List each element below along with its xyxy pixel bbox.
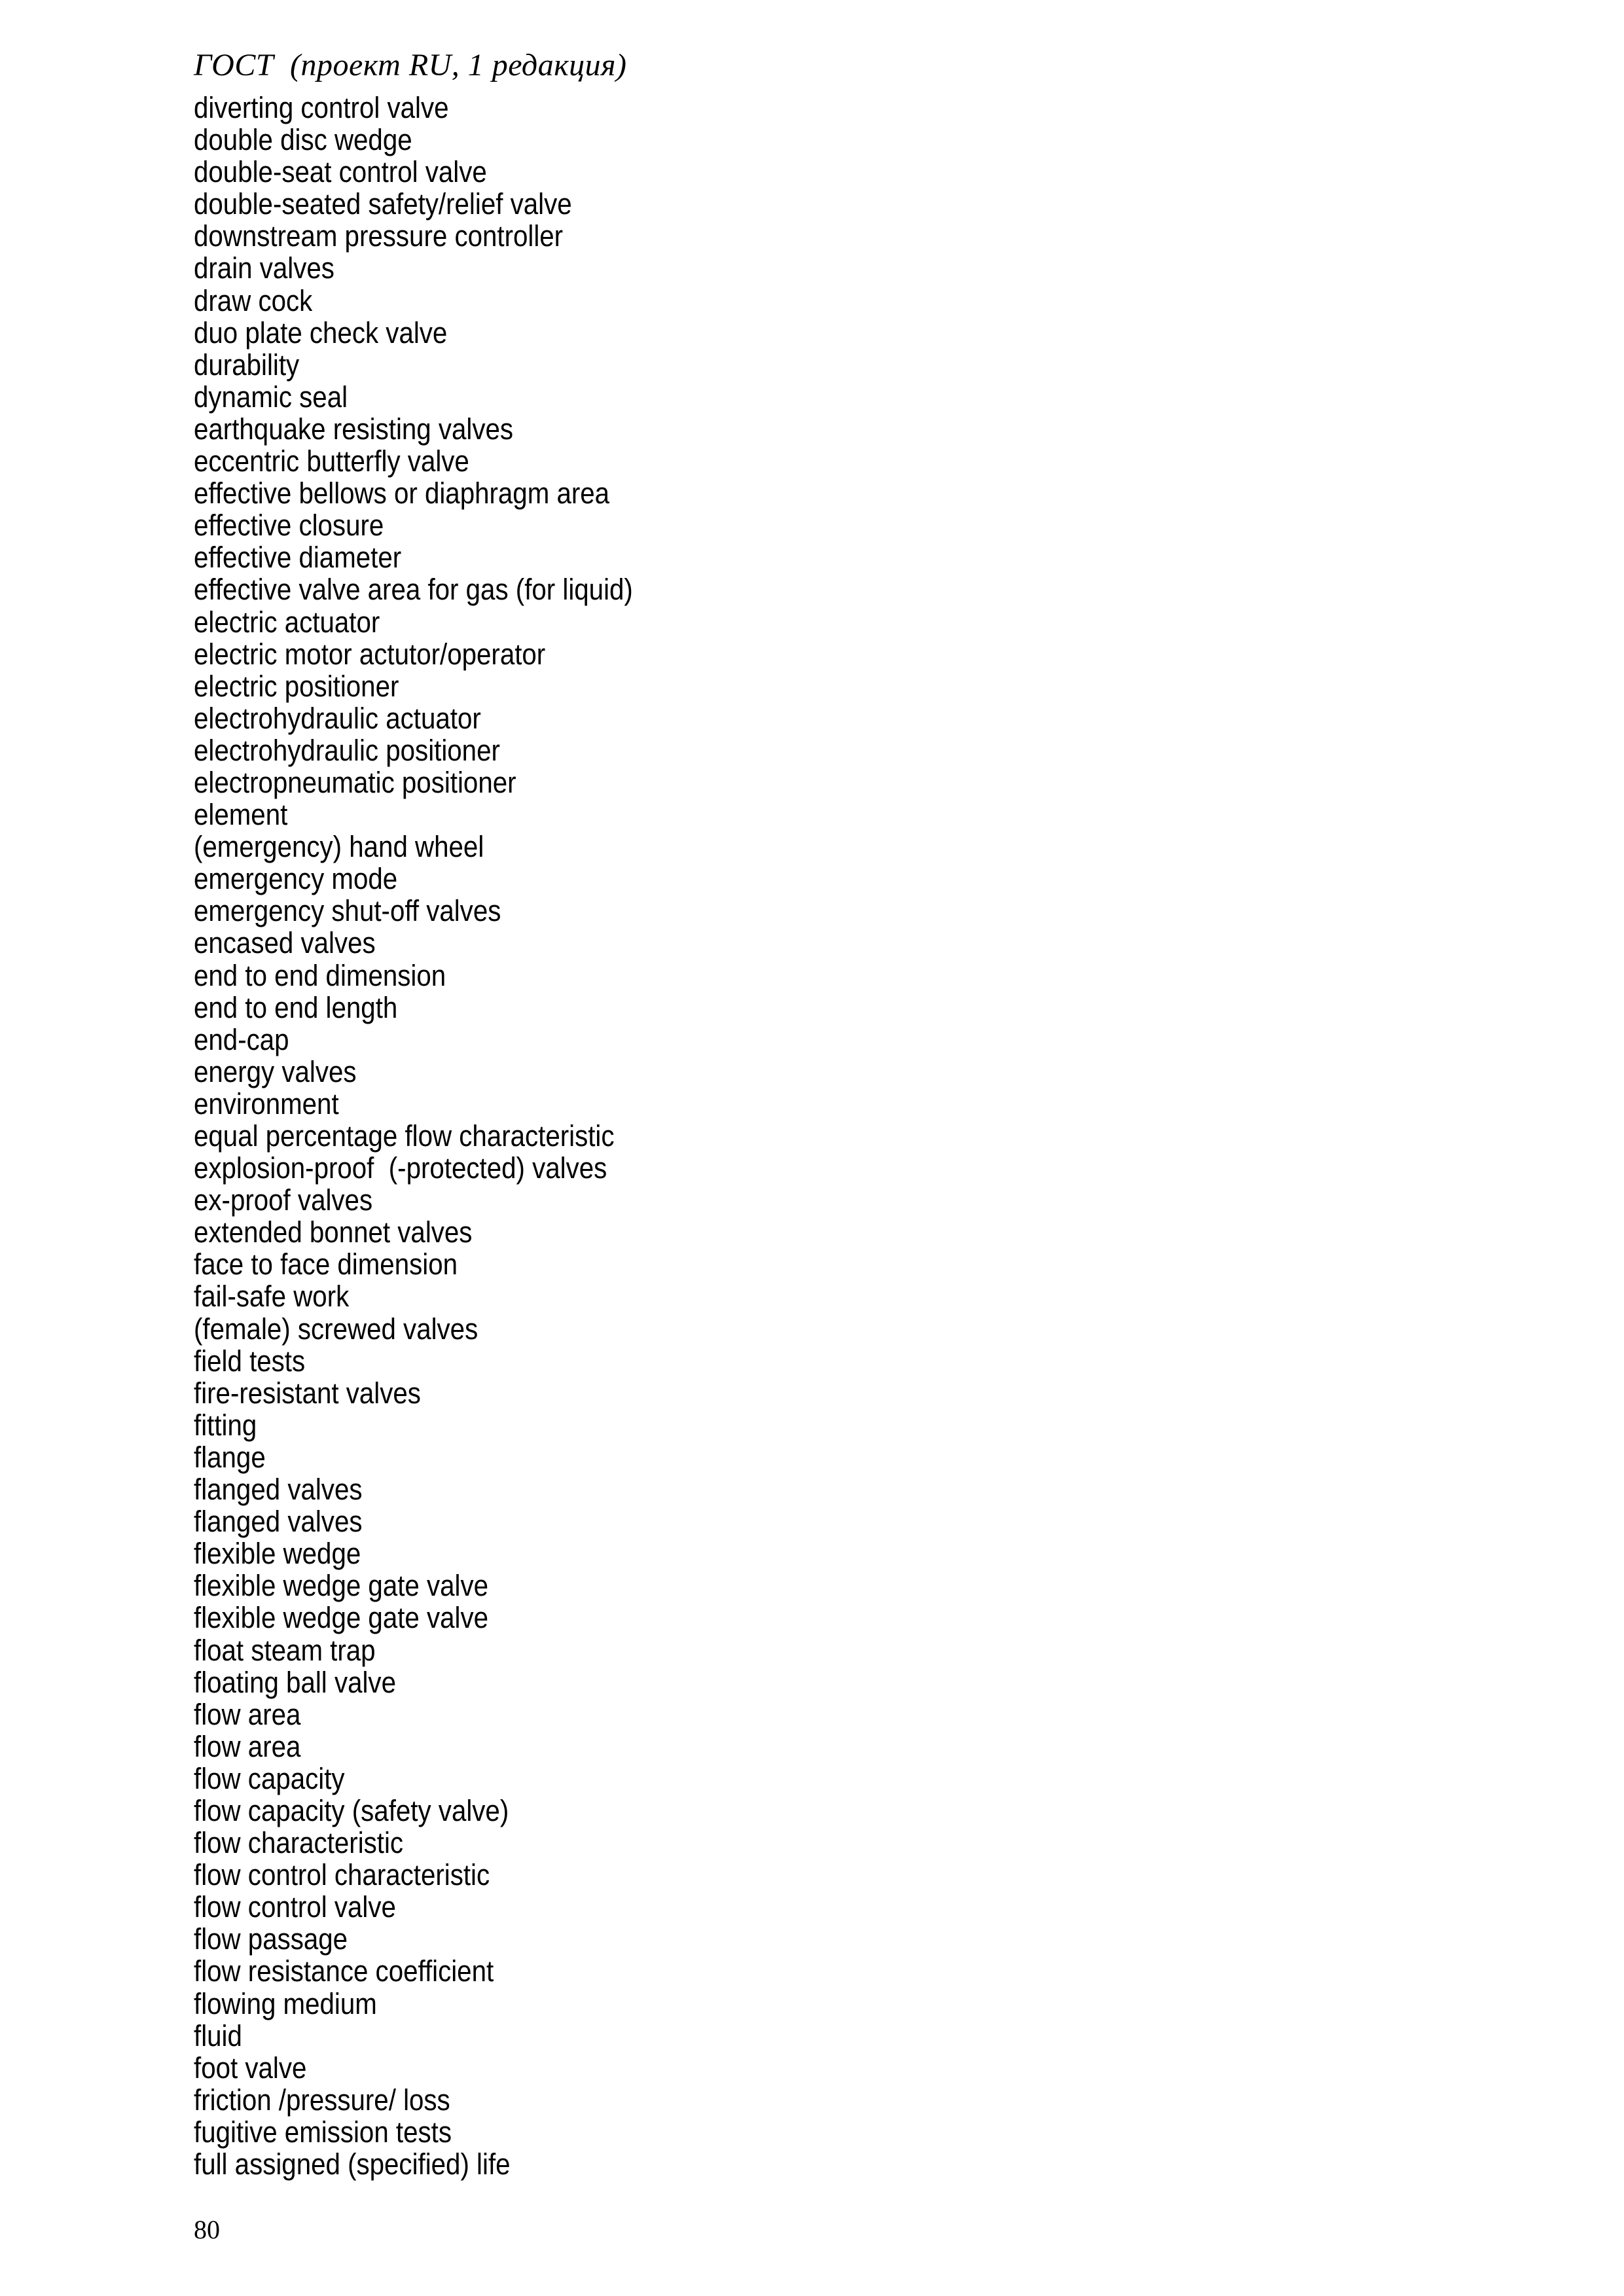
glossary-term: encased valves: [194, 926, 376, 960]
running-head: ГОСТ (проект RU, 1 редакция): [194, 48, 627, 82]
glossary-term: durability: [194, 348, 300, 382]
glossary-term: (emergency) hand wheel: [194, 830, 484, 864]
glossary-term: flow area: [194, 1697, 301, 1731]
glossary-term: electrohydraulic positioner: [194, 733, 500, 767]
glossary-term: flexible wedge: [194, 1537, 361, 1571]
glossary-term: effective closure: [194, 509, 384, 543]
glossary-term: earthquake resisting valves: [194, 412, 514, 446]
glossary-term: energy valves: [194, 1054, 357, 1088]
glossary-term: double-seated safety/relief valve: [194, 187, 572, 221]
glossary-term: flow resistance coefficient: [194, 1954, 494, 1988]
glossary-term: flowing medium: [194, 1986, 377, 2020]
glossary-term: flow area: [194, 1729, 301, 1763]
glossary-term: effective bellows or diaphragm area: [194, 476, 610, 511]
glossary-term: explosion-proof (-protected) valves: [194, 1151, 607, 1185]
glossary-term: floating ball valve: [194, 1665, 396, 1699]
glossary-term: field tests: [194, 1344, 306, 1378]
glossary-term: fire-resistant valves: [194, 1376, 421, 1410]
glossary-term: emergency mode: [194, 862, 398, 896]
glossary-term: flow characteristic: [194, 1826, 404, 1860]
glossary-term: diverting control valve: [194, 91, 449, 124]
glossary-term: full assigned (specified) life: [194, 2147, 511, 2181]
glossary-term: (female) screwed valves: [194, 1312, 478, 1346]
glossary-term: flange: [194, 1440, 266, 1474]
glossary-term: effective diameter: [194, 541, 402, 575]
glossary-term: ex-proof valves: [194, 1183, 373, 1217]
glossary-term: fitting: [194, 1408, 257, 1442]
glossary-term: face to face dimension: [194, 1247, 458, 1282]
glossary-term: float steam trap: [194, 1633, 376, 1667]
glossary-term: downstream pressure controller: [194, 219, 564, 253]
glossary-term: duo plate check valve: [194, 315, 448, 350]
glossary-term: electropneumatic positioner: [194, 765, 516, 799]
glossary-term: flow control characteristic: [194, 1858, 490, 1892]
glossary-term: end to end dimension: [194, 958, 446, 992]
glossary-term: drain valves: [194, 251, 334, 285]
glossary-term: electric actuator: [194, 605, 380, 639]
glossary-term: electrohydraulic actuator: [194, 701, 481, 735]
glossary-term: flow capacity (safety valve): [194, 1793, 509, 1827]
glossary-term: electric motor actutor/operator: [194, 637, 546, 671]
glossary-term: end to end length: [194, 990, 398, 1024]
glossary-term: foot valve: [194, 2051, 307, 2085]
glossary-term: equal percentage flow characteristic: [194, 1119, 615, 1153]
glossary-term: fugitive emission tests: [194, 2115, 452, 2149]
glossary-term: friction /pressure/ loss: [194, 2083, 450, 2117]
glossary-term: flanged valves: [194, 1473, 363, 1507]
glossary-term: double disc wedge: [194, 123, 412, 157]
glossary-term: extended bonnet valves: [194, 1215, 473, 1249]
glossary-term: end-cap: [194, 1022, 289, 1056]
glossary-term: draw cock: [194, 283, 313, 317]
glossary-term: effective valve area for gas (for liquid…: [194, 573, 633, 607]
glossary-term: flow passage: [194, 1922, 348, 1956]
glossary-term: double-seat control valve: [194, 155, 487, 189]
glossary-term: fluid: [194, 2018, 242, 2053]
glossary-term: flow control valve: [194, 1890, 396, 1924]
glossary-term: flexible wedge gate valve: [194, 1569, 489, 1603]
glossary-term: eccentric butterfly valve: [194, 444, 469, 478]
glossary-term: flanged valves: [194, 1505, 363, 1539]
glossary-term: environment: [194, 1086, 339, 1121]
page-number: 80: [194, 2215, 220, 2244]
glossary-term-list: diverting control valve double disc wedge…: [194, 92, 1437, 2180]
glossary-term: flexible wedge gate valve: [194, 1601, 489, 1635]
glossary-term: dynamic seal: [194, 380, 348, 414]
glossary-term: electric positioner: [194, 669, 399, 703]
glossary-term: element: [194, 798, 288, 832]
document-page: ГОСТ (проект RU, 1 редакция) diverting c…: [0, 0, 1624, 2296]
glossary-term: fail-safe work: [194, 1280, 350, 1314]
glossary-term: emergency shut-off valves: [194, 894, 501, 928]
glossary-term: flow capacity: [194, 1761, 345, 1795]
